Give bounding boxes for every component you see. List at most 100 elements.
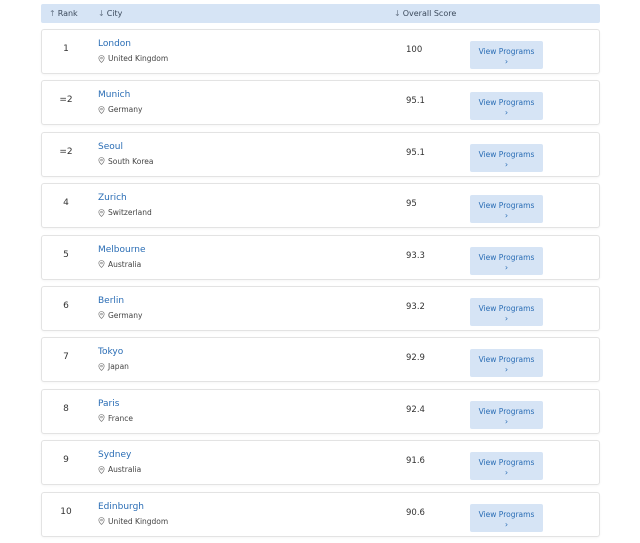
chevron-right-icon: › (504, 108, 509, 118)
country-label: France (98, 414, 133, 423)
view-programs-label: View Programs (478, 201, 535, 211)
country-label: United Kingdom (98, 54, 168, 63)
country-name: Germany (108, 105, 143, 115)
view-programs-button[interactable]: View Programs › (470, 503, 543, 532)
overall-score: 95 (406, 199, 417, 210)
city-link[interactable]: Edinburgh (98, 502, 144, 512)
chevron-right-icon: › (504, 313, 509, 323)
overall-score: 90.6 (406, 507, 425, 518)
view-programs-label: View Programs (478, 47, 535, 56)
chevron-right-icon: › (504, 262, 509, 272)
arrow-down-icon: ↓ (98, 9, 105, 18)
overall-score: 95.1 (406, 96, 425, 107)
city-link[interactable]: Melbourne (98, 245, 146, 255)
location-pin-icon (98, 157, 105, 166)
overall-score: 93.2 (406, 301, 425, 312)
view-programs-label: View Programs (478, 406, 535, 416)
country-label: Germany (98, 105, 142, 114)
country-label: Australia (98, 465, 141, 474)
rank-column-header[interactable]: ↑ Rank (49, 9, 78, 18)
score-column-header[interactable]: ↓ Overall Score (394, 9, 456, 18)
city-column-header[interactable]: ↓ City (98, 9, 122, 18)
country-name: United Kingdom (108, 516, 169, 526)
location-pin-icon (98, 208, 105, 217)
country-label: Japan (98, 362, 129, 371)
view-programs-button[interactable]: View Programs › (470, 143, 543, 172)
rank-value: 8 (63, 403, 69, 414)
table-row: =2 Munich Germany 95.1 View Programs › (41, 80, 600, 126)
chevron-right-icon: › (504, 519, 509, 529)
country-name: Australia (108, 465, 142, 475)
view-programs-button[interactable]: View Programs › (470, 349, 543, 378)
rank-value: 5 (63, 249, 69, 260)
chevron-right-icon: › (504, 57, 509, 66)
view-programs-label: View Programs (478, 509, 535, 519)
view-programs-label: View Programs (478, 355, 535, 365)
view-programs-button[interactable]: View Programs › (470, 92, 543, 121)
view-programs-button[interactable]: View Programs › (470, 41, 543, 69)
location-pin-icon (98, 517, 105, 525)
city-link[interactable]: Munich (98, 90, 130, 100)
location-pin-icon (98, 106, 105, 114)
country-label: United Kingdom (98, 517, 168, 526)
rank-value: =2 (59, 146, 73, 157)
country-name: Japan (108, 362, 129, 372)
view-programs-label: View Programs (478, 458, 535, 468)
view-programs-button[interactable]: View Programs › (470, 452, 543, 481)
country-name: Switzerland (108, 208, 152, 218)
chevron-right-icon: › (504, 416, 509, 426)
arrow-down-icon: ↓ (394, 9, 401, 18)
overall-score: 91.6 (406, 456, 425, 467)
city-link[interactable]: Berlin (98, 296, 124, 306)
table-row: 4 Zurich Switzerland 95 View Programs › (41, 183, 600, 229)
rank-value: 10 (60, 506, 72, 517)
rank-header-label: Rank (57, 9, 78, 18)
city-header-label: City (106, 9, 123, 18)
country-name: South Korea (108, 156, 154, 166)
table-row: 10 Edinburgh United Kingdom 90.6 View Pr… (41, 491, 600, 537)
city-link[interactable]: Seoul (98, 142, 123, 152)
table-row: 7 Tokyo Japan 92.9 View Programs › (41, 337, 600, 383)
ranking-list: 1 London United Kingdom 100 View Program… (41, 29, 600, 543)
location-pin-icon (98, 54, 105, 63)
overall-score: 95.1 (406, 147, 425, 158)
location-pin-icon (98, 363, 105, 371)
country-name: Germany (108, 310, 143, 320)
view-programs-label: View Programs (478, 252, 535, 262)
view-programs-button[interactable]: View Programs › (470, 246, 543, 275)
view-programs-button[interactable]: View Programs › (470, 195, 543, 224)
table-row: 8 Paris France 92.4 View Programs › (41, 388, 600, 434)
rank-value: 9 (63, 455, 69, 466)
chevron-right-icon: › (504, 365, 509, 375)
overall-score: 100 (406, 45, 423, 55)
city-link[interactable]: Zurich (98, 193, 127, 203)
view-programs-button[interactable]: View Programs › (470, 297, 543, 326)
chevron-right-icon: › (504, 211, 509, 221)
city-link[interactable]: Sydney (98, 450, 131, 460)
chevron-right-icon: › (504, 159, 509, 169)
table-row: =2 Seoul South Korea 95.1 View Programs … (41, 131, 600, 177)
overall-score: 92.9 (406, 353, 425, 364)
overall-score: 92.4 (406, 404, 425, 415)
rank-value: 6 (63, 300, 69, 311)
view-programs-label: View Programs (478, 303, 535, 313)
view-programs-label: View Programs (478, 98, 535, 108)
city-link[interactable]: Paris (98, 399, 119, 409)
location-pin-icon (98, 414, 105, 423)
chevron-right-icon: › (504, 468, 509, 478)
city-link[interactable]: London (98, 39, 131, 49)
table-header: ↑ Rank ↓ City ↓ Overall Score (41, 4, 600, 23)
table-row: 1 London United Kingdom 100 View Program… (41, 29, 600, 74)
score-header-label: Overall Score (402, 9, 457, 18)
view-programs-button[interactable]: View Programs › (470, 400, 543, 429)
city-link[interactable]: Tokyo (98, 347, 123, 357)
overall-score: 93.3 (406, 250, 425, 261)
rank-value: =2 (59, 95, 73, 106)
table-row: 6 Berlin Germany 93.2 View Programs › (41, 285, 600, 331)
view-programs-label: View Programs (478, 149, 535, 159)
country-label: South Korea (98, 157, 153, 166)
country-label: Germany (98, 311, 142, 320)
location-pin-icon (98, 465, 105, 474)
location-pin-icon (98, 260, 105, 268)
country-name: France (108, 413, 133, 423)
